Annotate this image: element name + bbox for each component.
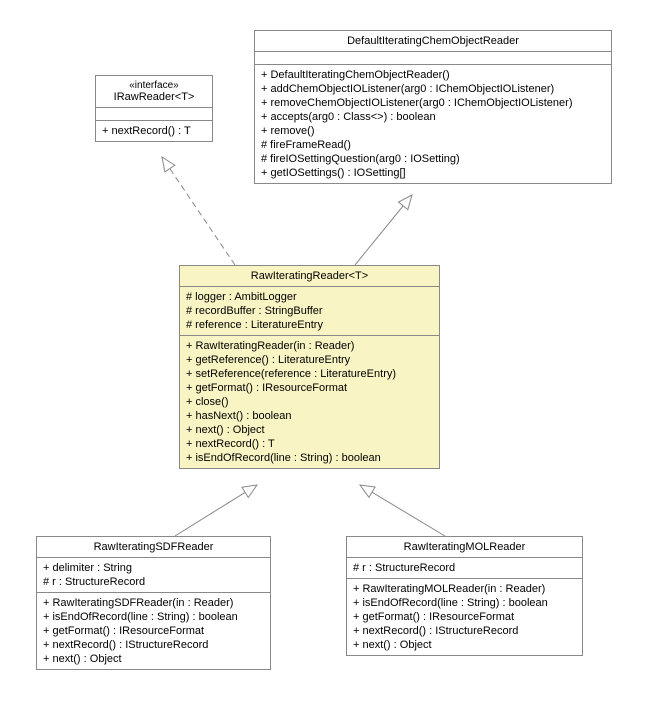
- class-RawIteratingSDFReader: RawIteratingSDFReader + delimiter : Stri…: [36, 536, 271, 670]
- class-name: RawIteratingSDFReader: [43, 541, 264, 553]
- operation: # fireIOSettingQuestion(arg0 : IOSetting…: [261, 152, 605, 166]
- operation: + getFormat() : IResourceFormat: [353, 610, 576, 624]
- class-name: RawIteratingMOLReader: [353, 541, 576, 553]
- operation: + nextRecord() : T: [102, 124, 206, 138]
- operation: + isEndOfRecord(line : String) : boolean: [186, 451, 433, 465]
- class-DefaultIteratingChemObjectReader: DefaultIteratingChemObjectReader + Defau…: [254, 30, 612, 184]
- attribute: # r : StructureRecord: [43, 575, 264, 589]
- class-IRawReader: «interface» IRawReader<T> + nextRecord()…: [95, 75, 213, 142]
- operation: + RawIteratingMOLReader(in : Reader): [353, 582, 576, 596]
- operation: + getReference() : LiteratureEntry: [186, 353, 433, 367]
- class-RawIteratingReader: RawIteratingReader<T> # logger : AmbitLo…: [179, 265, 440, 469]
- operation: + close(): [186, 395, 433, 409]
- operation: + next() : Object: [43, 652, 264, 666]
- class-name: DefaultIteratingChemObjectReader: [261, 35, 605, 47]
- operation: + isEndOfRecord(line : String) : boolean: [353, 596, 576, 610]
- operation: + RawIteratingReader(in : Reader): [186, 339, 433, 353]
- operation: + getIOSettings() : IOSetting[]: [261, 166, 605, 180]
- attribute: # reference : LiteratureEntry: [186, 318, 433, 332]
- operation: + RawIteratingSDFReader(in : Reader): [43, 596, 264, 610]
- operation: # fireFrameRead(): [261, 138, 605, 152]
- attribute: # recordBuffer : StringBuffer: [186, 304, 433, 318]
- operation: + hasNext() : boolean: [186, 409, 433, 423]
- attribute: + delimiter : String: [43, 561, 264, 575]
- attribute: # logger : AmbitLogger: [186, 290, 433, 304]
- operation: + getFormat() : IResourceFormat: [186, 381, 433, 395]
- operation: + nextRecord() : T: [186, 437, 433, 451]
- operation: + next() : Object: [353, 638, 576, 652]
- class-name: IRawReader<T>: [102, 91, 206, 103]
- operation: + isEndOfRecord(line : String) : boolean: [43, 610, 264, 624]
- operation: + setReference(reference : LiteratureEnt…: [186, 367, 433, 381]
- operation: + DefaultIteratingChemObjectReader(): [261, 68, 605, 82]
- operation: + next() : Object: [186, 423, 433, 437]
- attribute: # r : StructureRecord: [353, 561, 576, 575]
- stereotype: «interface»: [102, 80, 206, 91]
- operation: + accepts(arg0 : Class<>) : boolean: [261, 110, 605, 124]
- operation: + nextRecord() : IStructureRecord: [43, 638, 264, 652]
- operation: + removeChemObjectIOListener(arg0 : IChe…: [261, 96, 605, 110]
- operation: + remove(): [261, 124, 605, 138]
- class-RawIteratingMOLReader: RawIteratingMOLReader # r : StructureRec…: [346, 536, 583, 656]
- operation: + getFormat() : IResourceFormat: [43, 624, 264, 638]
- class-name: RawIteratingReader<T>: [186, 270, 433, 282]
- operation: + addChemObjectIOListener(arg0 : IChemOb…: [261, 82, 605, 96]
- operation: + nextRecord() : IStructureRecord: [353, 624, 576, 638]
